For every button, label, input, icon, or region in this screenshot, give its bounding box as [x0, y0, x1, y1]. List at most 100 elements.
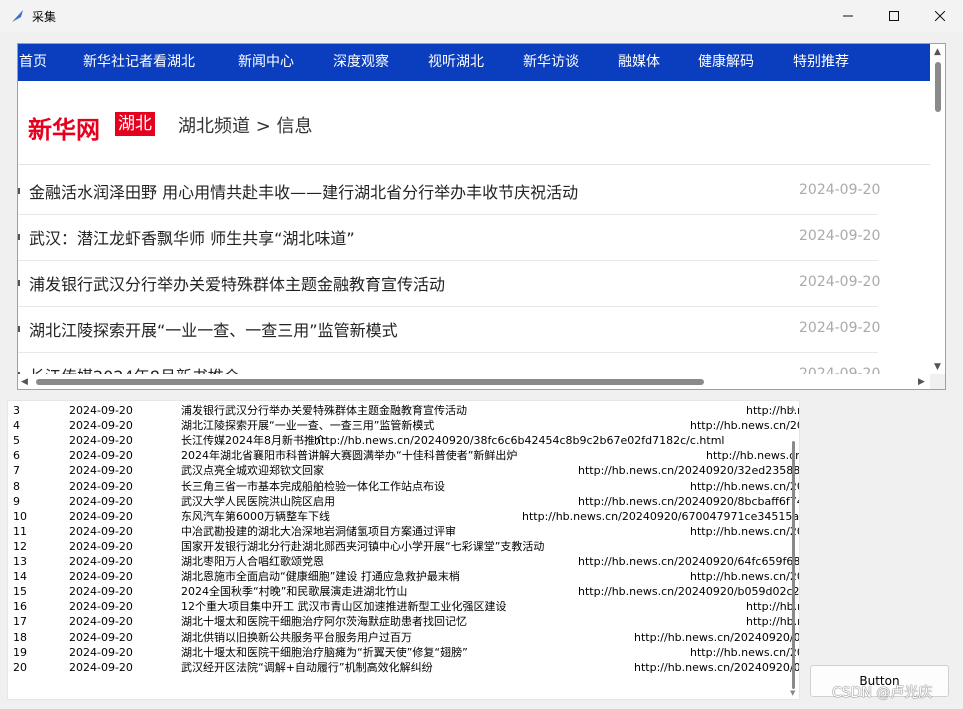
log-title: 浦发银行武汉分行举办关爱特殊群体主题金融教育宣传活动	[181, 404, 467, 417]
log-url: http://hb.news.cn/20240920/9cbb7d3dc2b44…	[690, 479, 799, 493]
logo-badge: 湖北	[115, 112, 155, 136]
browser-vertical-scrollbar[interactable]: ▲ ▼	[930, 44, 945, 374]
log-index: 20	[13, 660, 27, 674]
nav-item-reporter[interactable]: 新华社记者看湖北	[83, 44, 195, 81]
log-title: 湖北枣阳万人合唱红歌颂党恩	[181, 555, 324, 568]
log-title: 湖北恩施市全面启动“健康细胞”建设 打通应急救护最末梢	[181, 570, 460, 584]
log-date: 2024-09-20	[69, 509, 133, 523]
nav-item-health[interactable]: 健康解码	[698, 44, 754, 81]
log-url: http://hb.news.cn/20240920/8bcbaff6f7424…	[578, 494, 799, 508]
log-date: 2024-09-20	[69, 479, 133, 493]
web-viewport: 首页 新华社记者看湖北 新闻中心 深度观察 视听湖北 新华访谈 融媒体 健康解码…	[18, 44, 930, 374]
news-item[interactable]: 武汉：潜江龙虾香飘华师 师生共享“湖北味道” 2024-09-20	[18, 214, 881, 261]
horizontal-scroll-thumb[interactable]	[36, 379, 704, 385]
output-vertical-scrollbar[interactable]: ▲ ▼	[788, 401, 799, 699]
browser-horizontal-scrollbar[interactable]: ◀ ▶	[18, 374, 930, 389]
news-title[interactable]: 浦发银行武汉分行举办关爱特殊群体主题金融教育宣传活动	[29, 271, 445, 295]
log-index: 11	[13, 524, 27, 538]
window-title: 采集	[32, 10, 57, 24]
log-title: 武汉经开区法院“调解+自动履行”机制高效化解纠纷	[181, 660, 433, 674]
log-title: 12个重大项目集中开工 武汉市青山区加速推进新型工业化强区建设	[181, 600, 507, 614]
scroll-down-arrow-icon[interactable]: ▼	[790, 688, 795, 698]
close-icon	[935, 11, 945, 21]
log-url: http://hb.news.cn/20240920/06e184e2d10f4…	[634, 660, 800, 674]
log-title: 湖北十堰太和医院干细胞治疗脑瘫为“折翼天使”修复“翅膀”	[181, 645, 468, 659]
log-index: 12	[13, 539, 27, 553]
nav-item-depth[interactable]: 深度观察	[333, 44, 389, 81]
bullet-marker	[18, 234, 20, 240]
vertical-scroll-thumb[interactable]	[935, 62, 941, 112]
maximize-button[interactable]	[871, 0, 917, 32]
xinhua-logo[interactable]: 新华网 湖北	[28, 108, 162, 144]
maximize-icon	[889, 11, 899, 21]
log-index: 15	[13, 585, 27, 599]
log-url: http://hb.news.cn/20240920/8ea1a15bdc4c4…	[690, 524, 799, 538]
log-date: 2024-09-20	[69, 660, 133, 674]
nav-item-interview[interactable]: 新华访谈	[523, 44, 579, 81]
news-date: 2024-09-20	[799, 182, 881, 198]
nav-item-media[interactable]: 融媒体	[618, 44, 660, 81]
log-index: 10	[13, 509, 27, 523]
site-nav-bar: 首页 新华社记者看湖北 新闻中心 深度观察 视听湖北 新华访谈 融媒体 健康解码…	[18, 44, 930, 81]
log-url: http://hb.news.cn/20240920/4082ff8914	[706, 449, 800, 463]
log-date: 2024-09-20	[69, 555, 133, 568]
log-title: 2024全国秋季“村晚”和民歌展演走进湖北竹山	[181, 585, 408, 599]
log-title: 中冶武勘投建的湖北大冶深地岩洞储氢项目方案通过评审	[181, 524, 456, 538]
output-textbox[interactable]: 3 2024-09-20 浦发银行武汉分行举办关爱特殊群体主题金融教育宣传活动 htt…	[7, 400, 800, 700]
close-button[interactable]	[917, 0, 963, 32]
log-title: 武汉点亮全城欢迎郑钦文回家	[181, 464, 324, 478]
news-date: 2024-09-20	[799, 228, 881, 244]
news-date: 2024-09-20	[799, 320, 881, 336]
nav-item-news[interactable]: 新闻中心	[238, 44, 294, 81]
log-url: http://hb.news.cn/20240920/670047971ce34…	[522, 509, 800, 523]
log-index: 6	[13, 449, 20, 463]
bullet-marker	[18, 280, 20, 286]
log-index: 5	[13, 434, 20, 448]
minimize-button[interactable]	[825, 0, 871, 32]
log-url: http://hb.news.cn/20240920/64fc659f68f94…	[578, 555, 800, 568]
news-item[interactable]: 长江传媒2024年8月新书推介 2024-09-20	[18, 352, 881, 374]
log-url: http://hb.news.cn/20240920/b059d02c24874…	[578, 585, 800, 599]
log-date: 2024-09-20	[69, 630, 133, 644]
scroll-up-arrow-icon[interactable]: ▲	[790, 403, 795, 413]
log-title: 东风汽车第6000万辆整车下线	[181, 509, 330, 523]
log-index: 16	[13, 600, 27, 614]
log-index: 9	[13, 494, 20, 508]
news-title[interactable]: 金融活水润泽田野 用心用情共赴丰收——建行湖北省分行举办丰收节庆祝活动	[29, 179, 578, 203]
log-date: 2024-09-20	[69, 585, 133, 599]
header-divider	[18, 164, 930, 165]
log-date: 2024-09-20	[69, 570, 133, 584]
log-date: 2024-09-20	[69, 494, 133, 508]
nav-item-av[interactable]: 视听湖北	[428, 44, 484, 81]
news-item[interactable]: 浦发银行武汉分行举办关爱特殊群体主题金融教育宣传活动 2024-09-20	[18, 260, 881, 307]
scroll-up-arrow-icon[interactable]: ▲	[934, 47, 941, 57]
log-index: 14	[13, 570, 27, 584]
log-index: 8	[13, 479, 20, 493]
logo-text: 新华网	[28, 115, 100, 144]
news-date: 2024-09-20	[799, 274, 881, 290]
news-item[interactable]: 湖北江陵探索开展“一业一查、一查三用”监管新模式 2024-09-20	[18, 306, 881, 353]
log-index: 13	[13, 555, 27, 568]
scroll-right-arrow-icon[interactable]: ▶	[918, 377, 925, 387]
web-browser-panel[interactable]: 首页 新华社记者看湖北 新闻中心 深度观察 视听湖北 新华访谈 融媒体 健康解码…	[17, 43, 946, 390]
log-url: http://hb.news.cn/20240920/38fc6c6b42454…	[314, 434, 725, 448]
log-index: 4	[13, 419, 20, 433]
log-url: http://hb.news.cn/20240920/330903ef10c54…	[690, 645, 800, 659]
news-date: 2024-09-20	[799, 366, 881, 374]
scroll-left-arrow-icon[interactable]: ◀	[21, 377, 28, 387]
breadcrumb: 湖北频道 > 信息	[178, 116, 313, 137]
log-title: 2024年湖北省襄阳市科普讲解大赛圆满举办“十佳科普使者”新鲜出炉	[181, 449, 518, 463]
log-date: 2024-09-20	[69, 419, 133, 433]
news-title[interactable]: 湖北江陵探索开展“一业一查、一查三用”监管新模式	[29, 317, 398, 341]
news-item[interactable]: 金融活水润泽田野 用心用情共赴丰收——建行湖北省分行举办丰收节庆祝活动 2024…	[18, 168, 881, 215]
log-date: 2024-09-20	[69, 539, 133, 553]
nav-item-special[interactable]: 特别推荐	[793, 44, 849, 81]
minimize-icon	[843, 15, 853, 17]
nav-item-home[interactable]: 首页	[19, 44, 47, 81]
log-index: 18	[13, 630, 27, 644]
output-scroll-thumb[interactable]	[792, 441, 795, 689]
scroll-down-arrow-icon[interactable]: ▼	[934, 362, 941, 372]
news-title[interactable]: 武汉：潜江龙虾香飘华师 师生共享“湖北味道”	[29, 225, 355, 249]
log-url: http://hb.news.cn/20240920/02e77fe538834…	[634, 630, 800, 644]
news-title[interactable]: 长江传媒2024年8月新书推介	[29, 363, 240, 374]
